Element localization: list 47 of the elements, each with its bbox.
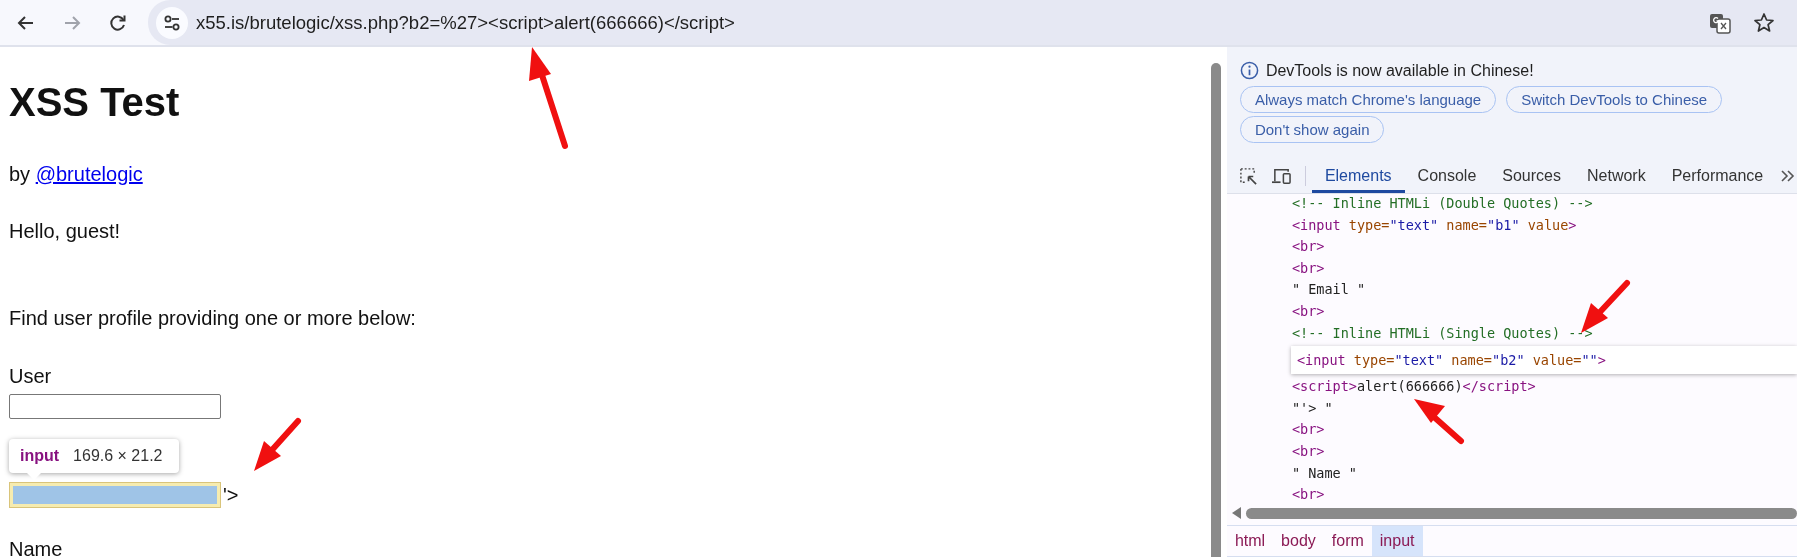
site-settings-icon[interactable] xyxy=(156,6,188,39)
code-line[interactable]: <br> xyxy=(1226,257,1797,280)
breadcrumb[interactable]: body xyxy=(1273,526,1324,556)
devtools-tab[interactable]: Console xyxy=(1404,159,1490,193)
devtools-tab[interactable]: Sources xyxy=(1489,159,1574,193)
input-field[interactable] xyxy=(9,394,221,419)
code-line[interactable]: " Email " xyxy=(1226,279,1797,301)
code-line[interactable]: <br> xyxy=(1226,300,1797,323)
author-link[interactable]: @brutelogic xyxy=(35,163,143,185)
scroll-left-icon[interactable] xyxy=(1231,507,1242,519)
byline-prefix: by xyxy=(9,163,31,185)
devtools-tab[interactable]: Performance xyxy=(1658,159,1777,193)
scrollbar[interactable] xyxy=(1245,507,1797,519)
more-tabs-icon[interactable] xyxy=(1780,168,1797,184)
inspect-element-icon[interactable] xyxy=(1238,166,1258,186)
code-line[interactable]: <!-- Inline HTMLi (Double Quotes) --> xyxy=(1226,194,1797,215)
annotation-arrow xyxy=(1414,399,1464,444)
device-toolbar-icon[interactable] xyxy=(1270,166,1292,186)
code-line[interactable]: <br> xyxy=(1226,484,1797,505)
code-line[interactable]: <br> xyxy=(1226,236,1797,258)
field-label: Name xyxy=(9,538,64,557)
breadcrumb[interactable]: html xyxy=(1226,526,1274,556)
page-title: XSS Test xyxy=(9,80,181,125)
code-line[interactable]: <script>alert(666666)</script> xyxy=(1226,376,1797,398)
breadcrumb[interactable]: form xyxy=(1323,526,1372,556)
greeting-text: Hello, guest! xyxy=(9,220,122,243)
breadcrumb[interactable]: input xyxy=(1371,526,1423,556)
inspect-tooltip: input 169.6 × 21.2 xyxy=(9,439,179,473)
highlighted-input-field[interactable] xyxy=(9,482,221,508)
code-line[interactable]: <input type="text" name="b1" value> xyxy=(1226,214,1797,237)
instructions-text: Find user profile providing one or more below: xyxy=(9,307,417,330)
annotation-arrow xyxy=(254,418,301,471)
code-line[interactable]: <br> xyxy=(1226,440,1797,463)
scrollbar[interactable] xyxy=(1210,63,1221,557)
notice-text: DevTools is now available in Chinese! xyxy=(1265,61,1534,80)
code-line[interactable]: "'> " xyxy=(1226,397,1797,420)
translate-icon[interactable] xyxy=(1709,11,1731,34)
devtools-tab[interactable]: Network xyxy=(1574,159,1659,193)
injected-text: '> xyxy=(223,483,239,507)
bookmark-star-icon[interactable] xyxy=(1753,11,1775,34)
devtools-tab[interactable]: Elements xyxy=(1311,159,1405,193)
code-line[interactable]: <!-- Inline HTMLi (Single Quotes) --> xyxy=(1226,322,1797,345)
field-label: User xyxy=(9,365,53,388)
info-icon xyxy=(1239,61,1259,80)
code-line[interactable]: <br> xyxy=(1226,419,1797,441)
code-line[interactable]: " Name " xyxy=(1226,462,1797,485)
address-field[interactable]: x55.is/brutelogic/xss.php?b2=%27><script>alert(666666)</script> xyxy=(196,11,735,34)
